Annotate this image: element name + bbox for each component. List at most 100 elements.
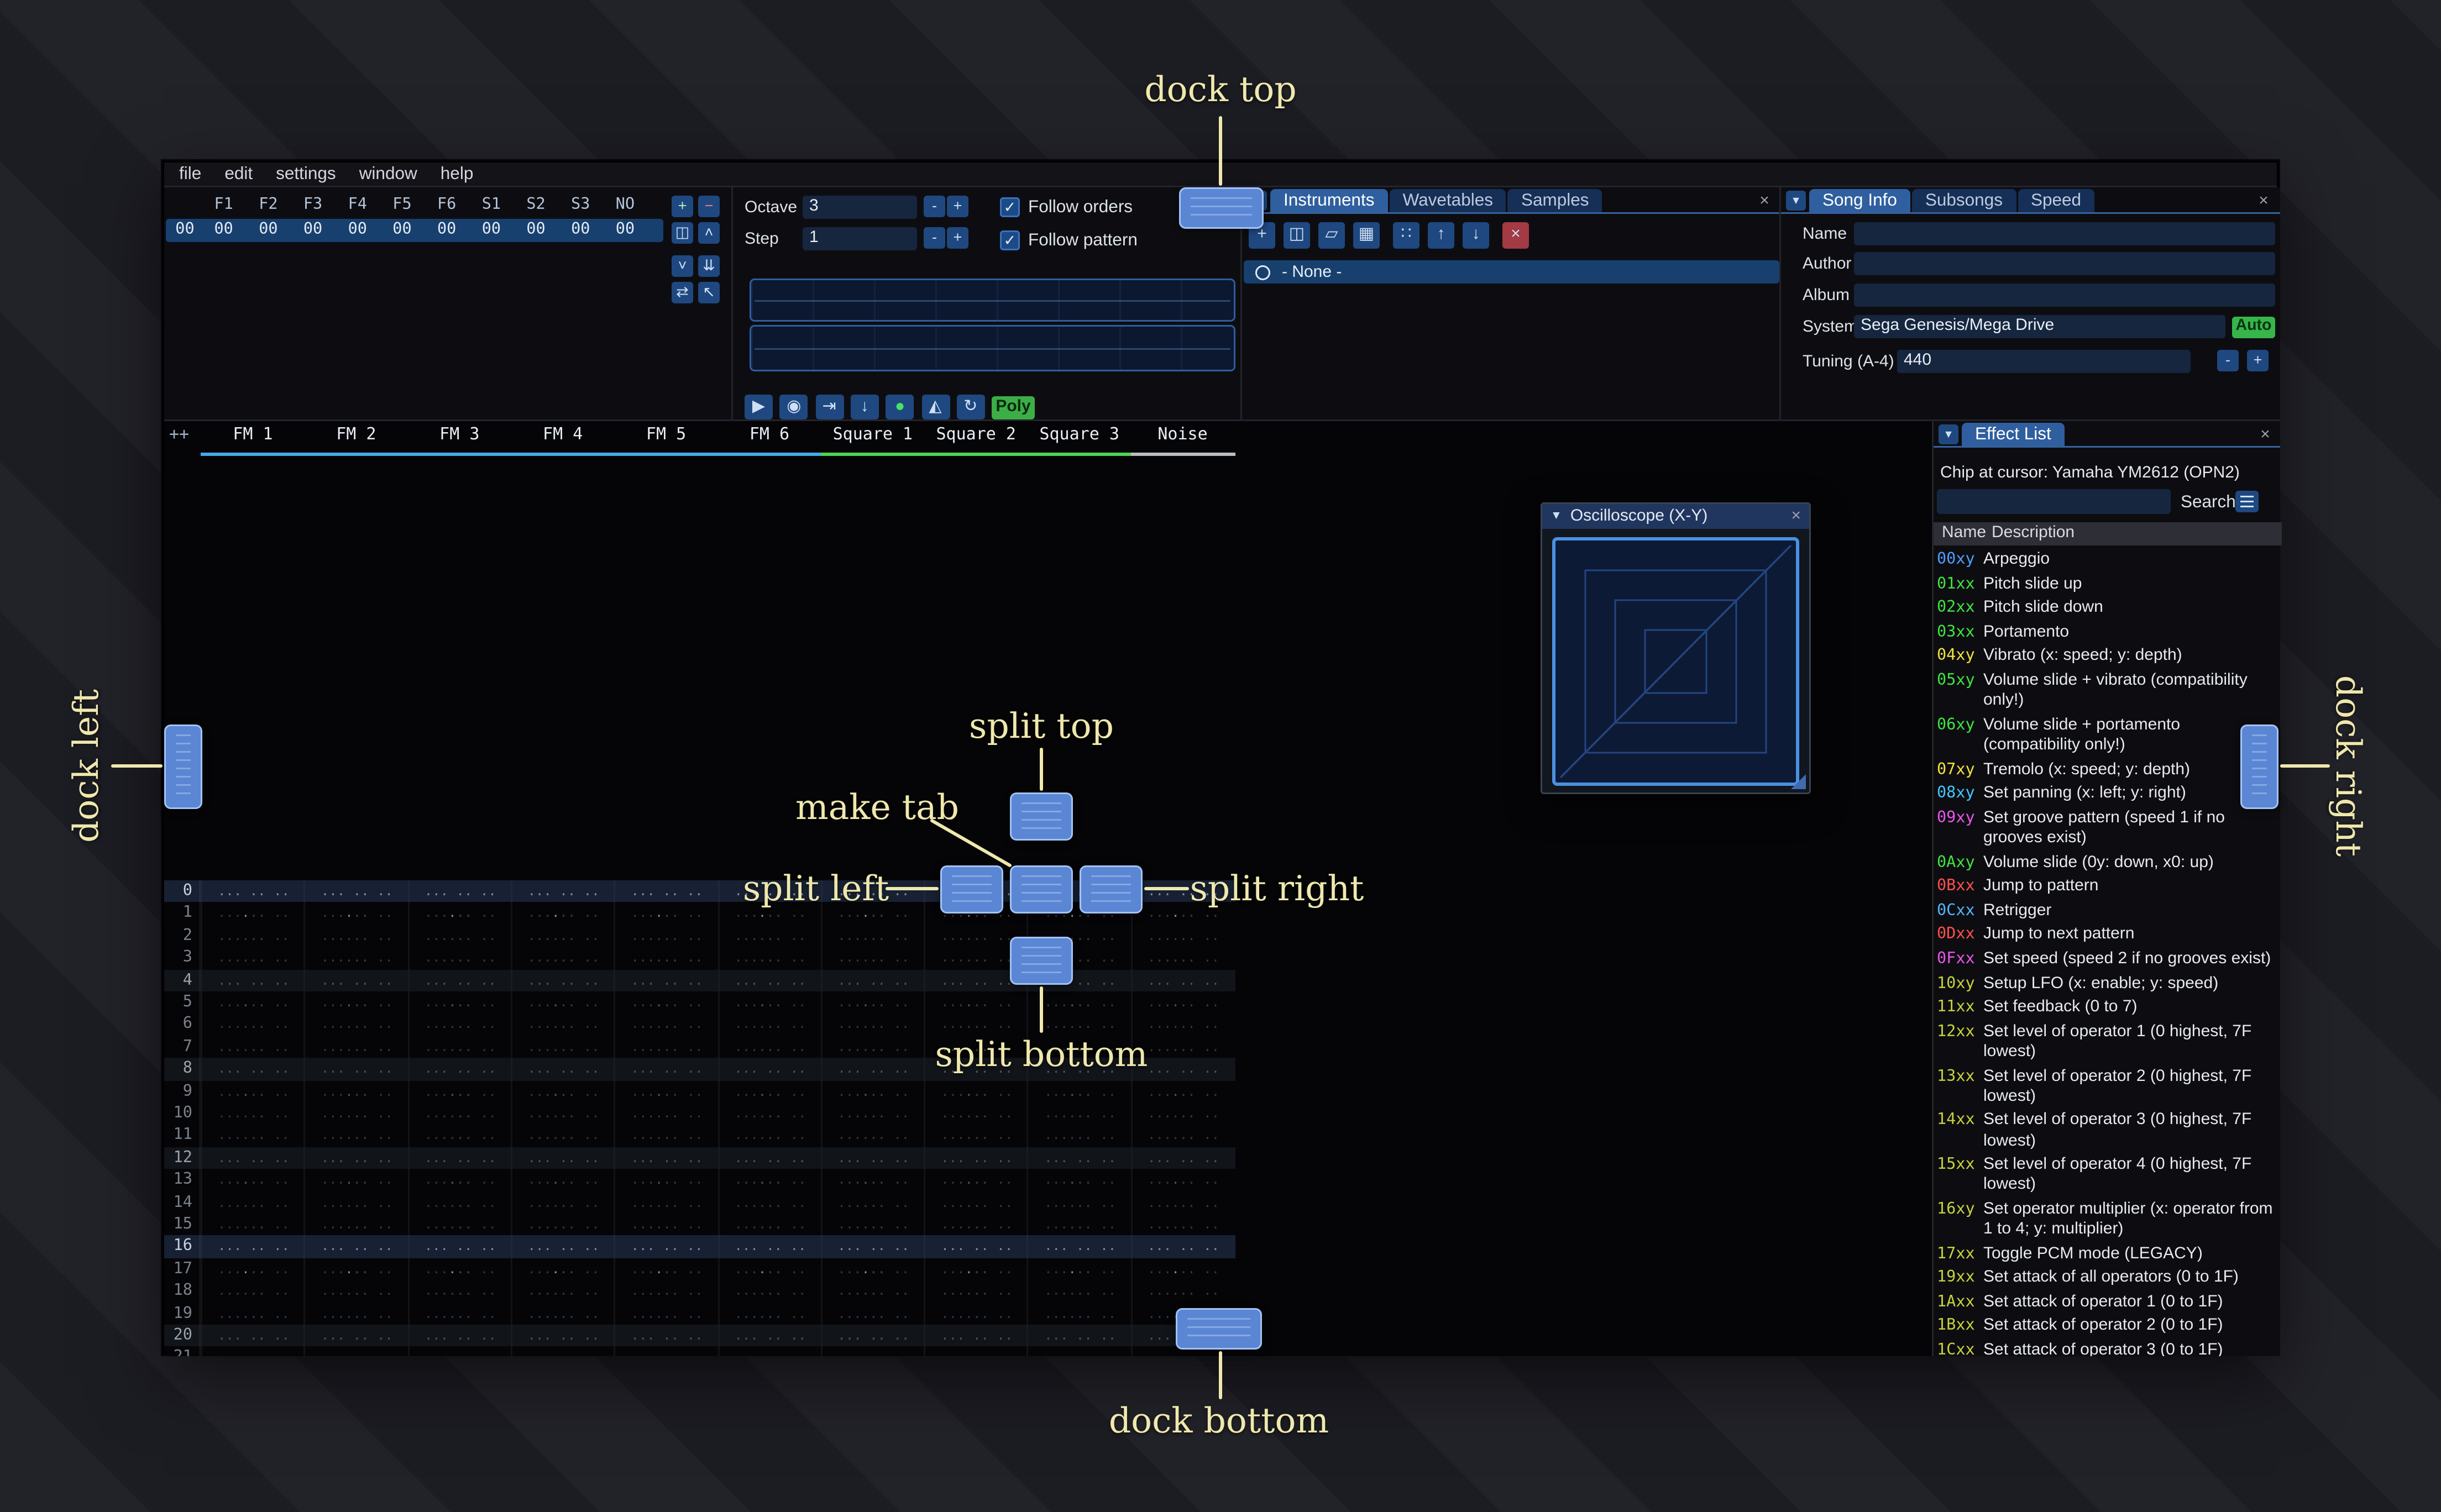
effect-row-02xx[interactable]: 02xx Pitch slide down [1937, 599, 2278, 620]
collapse-icon[interactable]: ▼ [1550, 511, 1562, 522]
pattern-cell[interactable]: ... .. .. ... [614, 1347, 719, 1356]
pattern-row-4[interactable]: 4... .. .. ...... .. .. ...... .. .. ...… [164, 969, 1235, 1010]
effect-row-15xx[interactable]: 15xx Set level of operator 4 (0 highest, … [1937, 1156, 2278, 1196]
split-target-right[interactable] [1080, 865, 1143, 914]
instrument-folders-button[interactable]: ∷ [1393, 222, 1419, 249]
transport-play-from-cursor-button[interactable]: ⇥ [815, 395, 844, 419]
effect-row-08xy[interactable]: 08xy Set panning (x: left; y: right) [1937, 784, 2278, 805]
effect-row-0Bxx[interactable]: 0Bxx Jump to pattern [1937, 877, 2278, 897]
pattern-row-17[interactable]: 17... .. .. ...... .. .. ...... .. .. ..… [164, 1258, 1235, 1299]
menu-item-edit[interactable]: edit [213, 162, 264, 187]
pattern-row-6[interactable]: 6... .. .. ...... .. .. ...... .. .. ...… [164, 1014, 1235, 1054]
pattern-cell[interactable]: ... .. .. ... [511, 1347, 615, 1356]
pattern-cell[interactable]: ... .. .. ... [1027, 1347, 1132, 1356]
pattern-row-20[interactable]: 20... .. .. ...... .. .. ...... .. .. ..… [164, 1325, 1235, 1356]
orders-duplicate-to-end-button[interactable]: ⇊ [698, 255, 720, 277]
collapse-icon[interactable]: ▼ [1786, 191, 1806, 211]
resize-grip[interactable] [1791, 774, 1806, 789]
effect-row-0Cxx[interactable]: 0Cxx Retrigger [1937, 901, 2278, 922]
tab-speed[interactable]: Speed [2017, 189, 2095, 212]
effect-row-17xx[interactable]: 17xx Toggle PCM mode (LEGACY) [1937, 1245, 2278, 1265]
duplicate-instrument-button[interactable]: ◫ [1284, 222, 1310, 249]
pattern-row-9[interactable]: 9... .. .. ...... .. .. ...... .. .. ...… [164, 1080, 1235, 1121]
split-target-bottom[interactable] [1010, 937, 1073, 985]
effect-row-07xy[interactable]: 07xy Tremolo (x: speed; y: depth) [1937, 760, 2278, 781]
effect-row-0Dxx[interactable]: 0Dxx Jump to next pattern [1937, 926, 2278, 946]
move-instrument-up-button[interactable]: ↑ [1428, 222, 1454, 249]
poly-toggle-button[interactable]: Poly [992, 396, 1035, 419]
pattern-row-10[interactable]: 10... .. .. ...... .. .. ...... .. .. ..… [164, 1102, 1235, 1143]
pattern-row-18[interactable]: 18... .. .. ...... .. .. ...... .. .. ..… [164, 1280, 1235, 1321]
effect-row-03xx[interactable]: 03xx Portamento [1937, 623, 2278, 643]
effect-row-1Axx[interactable]: 1Axx Set attack of operator 1 (0 to 1F) [1937, 1293, 2278, 1314]
oscilloscope-title-bar[interactable]: ▼ Oscilloscope (X-Y) × [1542, 504, 1809, 529]
pattern-row-14[interactable]: 14... .. .. ...... .. .. ...... .. .. ..… [164, 1191, 1235, 1232]
effect-row-11xx[interactable]: 11xx Set feedback (0 to 7) [1937, 998, 2278, 1019]
orders-duplicate-button[interactable]: ◫ [672, 222, 693, 244]
pattern-row-11[interactable]: 11... .. .. ...... .. .. ...... .. .. ..… [164, 1125, 1235, 1165]
orders-move-down-button[interactable]: ˅ [672, 255, 693, 277]
effect-row-1Cxx[interactable]: 1Cxx Set attack of operator 3 (0 to 1F) [1937, 1341, 2278, 1356]
transport-edit-record-button[interactable]: ● [886, 395, 914, 419]
pattern-row-21[interactable]: 21... .. .. ...... .. .. ...... .. .. ..… [164, 1347, 1235, 1356]
make-tab-target[interactable] [1010, 865, 1073, 914]
pattern-cell[interactable]: ... .. .. ... [304, 1347, 408, 1356]
pattern-row-19[interactable]: 19... .. .. ...... .. .. ...... .. .. ..… [164, 1302, 1235, 1343]
tab-subsongs[interactable]: Subsongs [1911, 189, 2016, 212]
pattern-cell[interactable]: ... .. .. ... [924, 1347, 1028, 1356]
transport-metronome-button[interactable]: ◭ [921, 395, 950, 419]
transport-play-button[interactable]: ▶ [745, 395, 773, 419]
effect-row-16xy[interactable]: 16xy Set operator multiplier (x: operator… [1937, 1200, 2278, 1241]
pattern-row-2[interactable]: 2... .. .. ...... .. .. ...... .. .. ...… [164, 925, 1235, 965]
split-target-top[interactable] [1010, 792, 1073, 841]
dock-target-bottom[interactable] [1176, 1308, 1262, 1350]
orders-add-button[interactable]: + [672, 196, 693, 217]
pattern-row-12[interactable]: 12... .. .. ...... .. .. ...... .. .. ..… [164, 1147, 1235, 1188]
effect-search-input[interactable] [1937, 489, 2171, 514]
author-field[interactable] [1854, 252, 2275, 275]
effect-row-00xy[interactable]: 00xy Arpeggio [1937, 550, 2278, 571]
instrument-list-item[interactable]: - None - [1244, 260, 1779, 284]
menu-item-file[interactable]: file [167, 162, 213, 187]
effect-row-13xx[interactable]: 13xx Set level of operator 2 (0 highest, … [1937, 1067, 2278, 1107]
save-instrument-button[interactable]: ▦ [1353, 222, 1380, 249]
close-icon[interactable]: × [1791, 507, 1801, 526]
pattern-row-5[interactable]: 5... .. .. ...... .. .. ...... .. .. ...… [164, 991, 1235, 1032]
close-icon[interactable]: × [2254, 423, 2277, 446]
effect-row-01xx[interactable]: 01xx Pitch slide up [1937, 575, 2278, 595]
transport-repeat-pattern-button[interactable]: ↻ [956, 395, 985, 419]
effect-row-1Bxx[interactable]: 1Bxx Set attack of operator 2 (0 to 1F) [1937, 1317, 2278, 1337]
pattern-cell[interactable]: ... .. .. ... [717, 1347, 822, 1356]
effect-row-05xy[interactable]: 05xy Volume slide + vibrato (compatibilit… [1937, 671, 2278, 712]
system-auto-button[interactable]: Auto [2232, 316, 2275, 338]
effect-row-04xy[interactable]: 04xy Vibrato (x: speed; y: depth) [1937, 647, 2278, 668]
orders-change-all-button[interactable]: ⇄ [672, 282, 693, 303]
collapse-icon[interactable]: ▼ [1939, 424, 1958, 444]
effect-row-19xx[interactable]: 19xx Set attack of all operators (0 to 1F… [1937, 1269, 2278, 1289]
dock-target-right[interactable] [2240, 725, 2278, 809]
album-field[interactable] [1854, 284, 2275, 307]
orders-remove-button[interactable]: − [698, 196, 720, 217]
effect-list-menu-button[interactable] [2235, 491, 2259, 512]
tuning-decrease-button[interactable]: - [2217, 350, 2239, 371]
close-icon[interactable]: × [2252, 189, 2275, 212]
pattern-row-13[interactable]: 13... .. .. ...... .. .. ...... .. .. ..… [164, 1169, 1235, 1210]
open-instrument-button[interactable]: ▱ [1318, 222, 1345, 249]
pattern-row-0[interactable]: 0... .. .. ...... .. .. ...... .. .. ...… [164, 880, 1235, 921]
pattern-row-16[interactable]: 16... .. .. ...... .. .. ...... .. .. ..… [164, 1236, 1235, 1276]
pattern-cell[interactable]: ... .. .. ... [820, 1347, 925, 1356]
effect-row-14xx[interactable]: 14xx Set level of operator 3 (0 highest, … [1937, 1111, 2278, 1152]
tab-effect-list[interactable]: Effect List [1962, 423, 2065, 446]
effect-row-09xy[interactable]: 09xy Set groove pattern (speed 1 if no gr… [1937, 809, 2278, 849]
effect-row-0Fxx[interactable]: 0Fxx Set speed (speed 2 if no grooves exi… [1937, 950, 2278, 970]
delete-instrument-button[interactable]: × [1502, 222, 1529, 249]
menu-item-window[interactable]: window [348, 162, 429, 187]
menu-item-settings[interactable]: settings [264, 162, 348, 187]
tab-song-info[interactable]: Song Info [1809, 189, 1910, 212]
effect-row-06xy[interactable]: 06xy Volume slide + portamento (compatibi… [1937, 716, 2278, 756]
orders-move-up-button[interactable]: ˄ [698, 222, 720, 244]
pattern-cell[interactable]: ... .. .. ... [201, 1347, 305, 1356]
effect-row-12xx[interactable]: 12xx Set level of operator 1 (0 highest, … [1937, 1022, 2278, 1063]
pattern-cell[interactable]: ... .. .. ... [407, 1347, 512, 1356]
oscilloscope-xy-window[interactable]: ▼ Oscilloscope (X-Y) × [1541, 502, 1811, 794]
